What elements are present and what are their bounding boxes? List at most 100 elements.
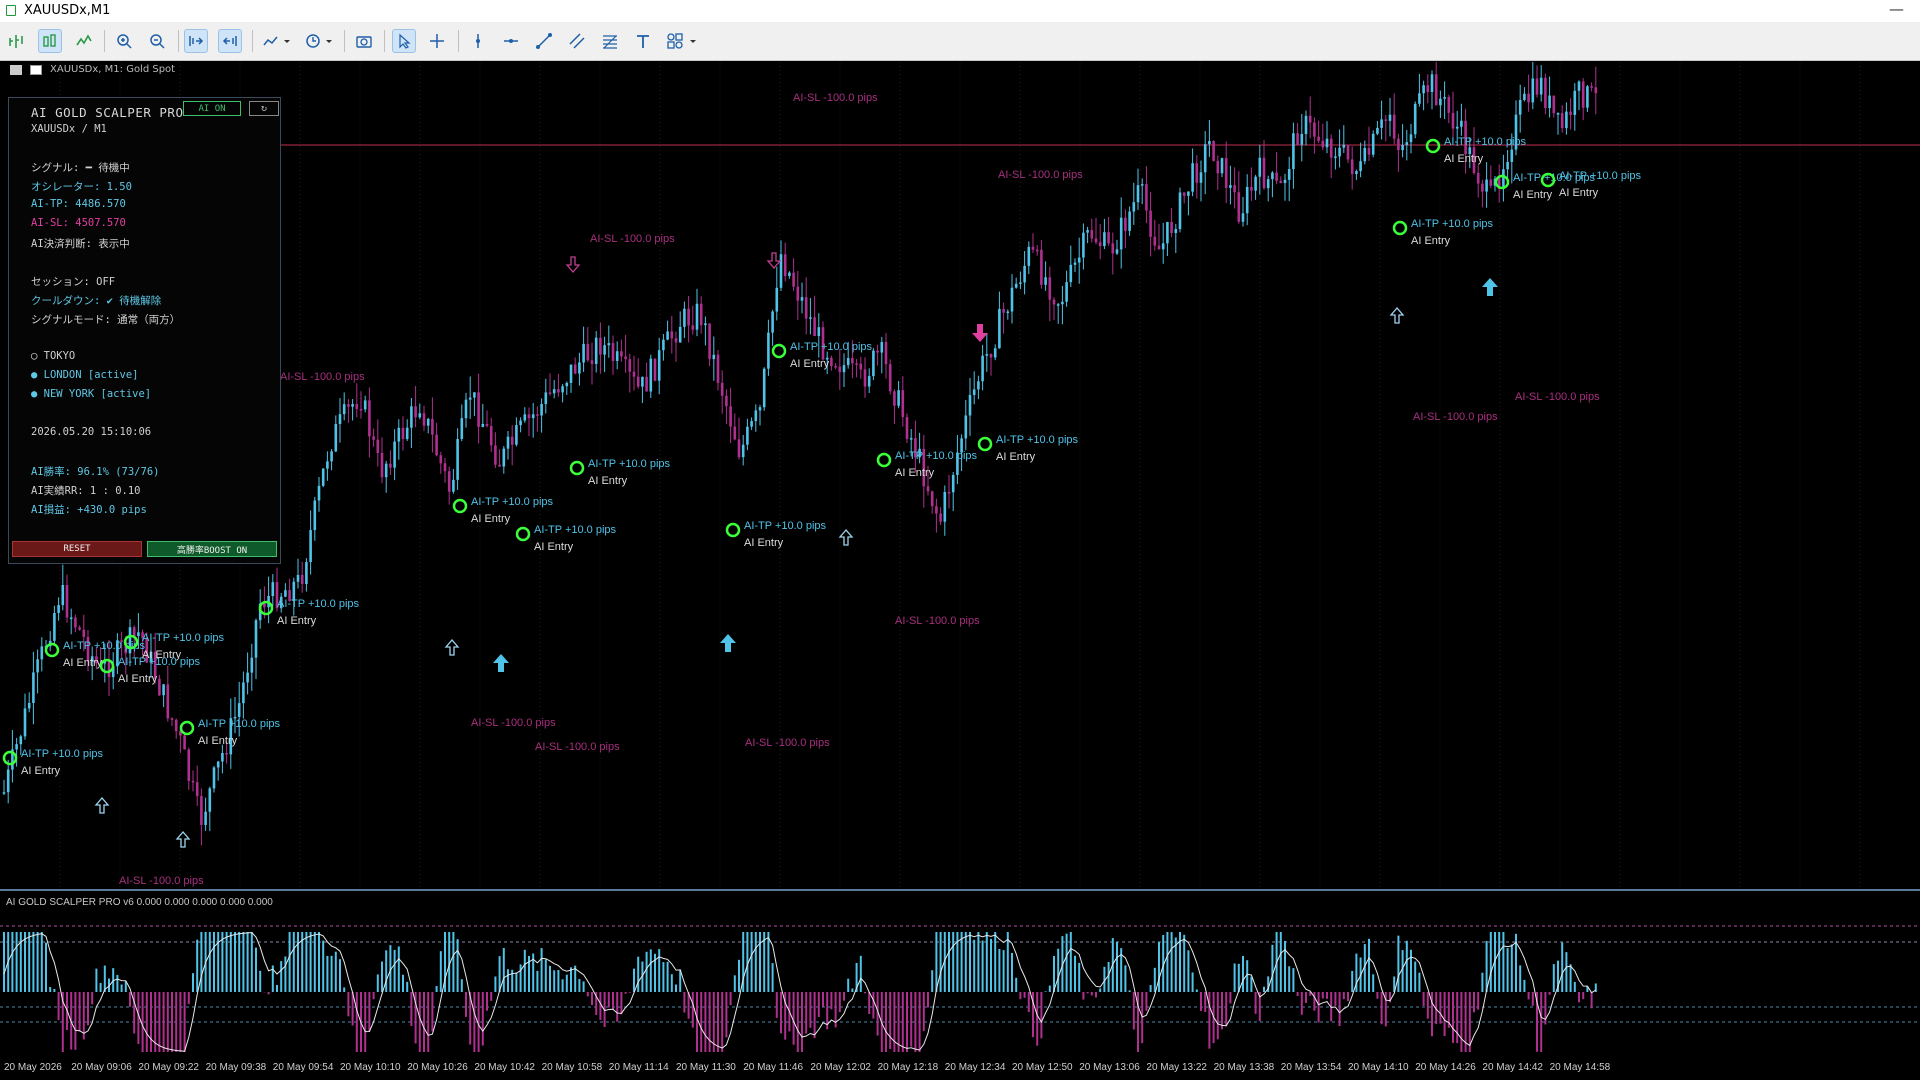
candle-body	[1418, 93, 1421, 104]
channel-icon[interactable]	[565, 29, 589, 53]
candle-body	[1178, 192, 1182, 230]
indicators-icon[interactable]	[260, 29, 294, 53]
crosshair-icon[interactable]	[425, 29, 449, 53]
ai-entry-label: AI Entry	[198, 735, 238, 747]
candle-body	[1359, 161, 1362, 172]
ai-sl-label: AI-SL -100.0 pips	[590, 233, 675, 245]
candle-body	[1212, 141, 1215, 161]
shapes-icon[interactable]	[664, 29, 702, 53]
periods-icon[interactable]	[302, 29, 336, 53]
ai-entry-label: AI Entry	[277, 615, 317, 627]
candle-body	[1245, 187, 1249, 214]
candle-body	[804, 297, 808, 319]
candle-body	[775, 287, 779, 312]
ai-tp-circle	[1425, 138, 1441, 154]
candle-body	[603, 345, 606, 355]
bar-chart-icon[interactable]	[38, 29, 62, 53]
candle-body	[1527, 93, 1530, 103]
horizontal-line-icon[interactable]	[499, 29, 523, 53]
new-order-icon[interactable]	[4, 29, 28, 53]
candle-body	[947, 492, 951, 494]
candle-body	[1434, 74, 1438, 106]
down-arrow-icon	[565, 256, 581, 273]
candle-body	[935, 506, 938, 514]
candle-body	[1569, 111, 1572, 115]
candle-body	[1111, 243, 1115, 254]
candle-body	[846, 358, 850, 366]
candle-body	[1166, 221, 1169, 244]
candle-body	[284, 590, 287, 597]
candle-body	[305, 562, 308, 584]
minimize-button[interactable]: —	[1889, 0, 1904, 18]
price-chart[interactable]: AI-TP +10.0 pipsAI EntryAI-TP +10.0 pips…	[0, 62, 1920, 1058]
candle-body	[225, 752, 228, 755]
candle-body	[628, 359, 632, 372]
text-icon[interactable]	[631, 29, 655, 53]
candle-body	[1220, 158, 1224, 174]
candle-body	[720, 382, 724, 396]
candle-body	[132, 627, 136, 637]
candle-body	[506, 436, 510, 449]
line-chart-icon[interactable]	[72, 29, 96, 53]
candle-body	[410, 406, 413, 428]
screenshot-icon[interactable]	[352, 29, 376, 53]
panel-symbol: XAUUSDx / M1	[31, 123, 107, 135]
fibonacci-icon[interactable]	[598, 29, 622, 53]
ai-entry-label: AI Entry	[534, 541, 574, 553]
candle-body	[447, 471, 451, 492]
candle-body	[1380, 119, 1383, 128]
title-bar: XAUUSDx,M1 —	[0, 0, 1920, 23]
candle-body	[1439, 98, 1442, 106]
candle-body	[943, 492, 947, 522]
up-arrow-icon	[1389, 307, 1405, 324]
zoom-out-icon[interactable]	[145, 29, 169, 53]
candle-body	[1355, 171, 1358, 175]
scalper-panel: AI GOLD SCALPER PRO AI ON ↻ XAUUSDx / M1…	[8, 97, 281, 564]
candle-body	[867, 376, 871, 387]
candle-body	[893, 391, 896, 406]
candle-body	[389, 463, 392, 468]
ai-tp-circle	[771, 343, 787, 359]
ai-entry-label: AI Entry	[1411, 235, 1451, 247]
candle-body	[431, 418, 434, 435]
up-arrow-icon	[838, 529, 854, 546]
candle-body	[880, 342, 884, 353]
candle-body	[767, 332, 770, 369]
candle-body	[951, 474, 955, 493]
candle-body	[653, 358, 657, 381]
candle-body	[372, 436, 375, 440]
candle-body	[855, 363, 858, 365]
trendline-icon[interactable]	[532, 29, 556, 53]
ai-tp-label: AI-TP +10.0 pips	[1444, 136, 1527, 148]
cursor-icon[interactable]	[392, 29, 416, 53]
zoom-in-icon[interactable]	[112, 29, 136, 53]
candle-body	[884, 342, 888, 365]
ai-entry-label: AI Entry	[1559, 187, 1599, 199]
candle-body	[439, 455, 443, 464]
candle-body	[1401, 144, 1404, 151]
candle-body	[678, 326, 682, 343]
candle-body	[1056, 304, 1060, 306]
time-tick: 20 May 13:06	[1079, 1062, 1140, 1073]
refresh-icon[interactable]: ↻	[249, 101, 279, 116]
autoscroll-icon[interactable]	[184, 29, 208, 53]
time-tick: 20 May 14:58	[1549, 1062, 1611, 1073]
boost-button[interactable]: 高勝率BOOST ON	[147, 541, 277, 557]
candle-body	[1447, 97, 1451, 113]
ai-on-toggle[interactable]: AI ON	[183, 101, 241, 116]
candle-body	[1103, 232, 1106, 247]
candle-body	[599, 337, 602, 355]
panel-title: AI GOLD SCALPER PRO	[31, 105, 184, 120]
candle-body	[208, 788, 212, 812]
candle-body	[1019, 282, 1022, 284]
vertical-line-icon[interactable]	[466, 29, 490, 53]
candle-body	[426, 418, 430, 426]
candle-body	[338, 414, 342, 425]
reset-button[interactable]: RESET	[12, 541, 142, 557]
candle-body	[1363, 147, 1367, 162]
candle-body	[1573, 90, 1577, 115]
candle-body	[510, 436, 514, 445]
candle-body	[548, 392, 552, 394]
chart-shift-icon[interactable]	[218, 29, 242, 53]
candle-body	[863, 369, 867, 387]
